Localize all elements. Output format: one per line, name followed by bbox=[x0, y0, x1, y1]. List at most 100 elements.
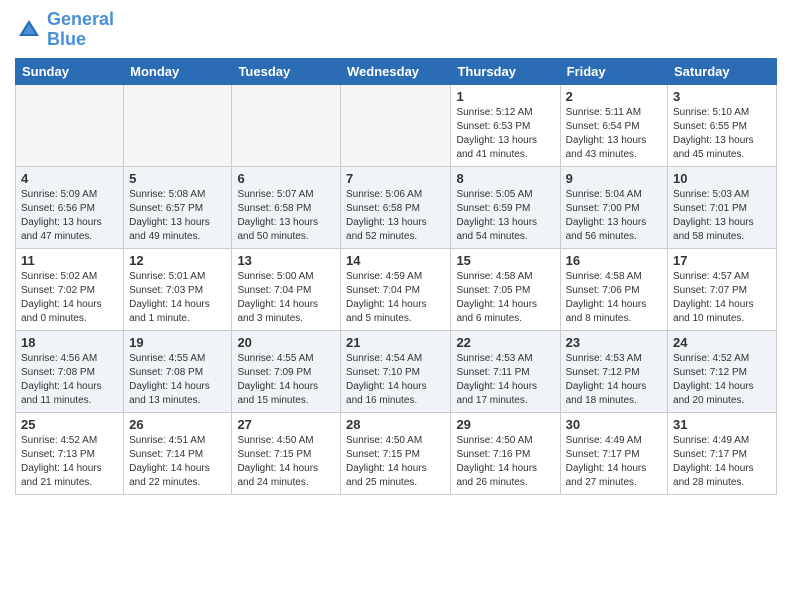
day-number: 27 bbox=[237, 417, 335, 432]
day-number: 3 bbox=[673, 89, 771, 104]
day-info: Sunrise: 4:55 AMSunset: 7:08 PMDaylight:… bbox=[129, 352, 226, 408]
weekday-header-wednesday: Wednesday bbox=[341, 58, 451, 84]
day-cell: 10Sunrise: 5:03 AMSunset: 7:01 PMDayligh… bbox=[668, 166, 777, 248]
day-cell: 24 Sunrise: 4:52 AMSunset: 7:12 PMDayligh… bbox=[668, 330, 777, 412]
day-cell: 19 Sunrise: 4:55 AMSunset: 7:08 PMDayligh… bbox=[124, 330, 232, 412]
day-number: 30 bbox=[566, 417, 662, 432]
day-info: Sunrise: 4:57 AMSunset: 7:07 PMDaylight:… bbox=[673, 270, 771, 326]
day-cell: 28 Sunrise: 4:50 AMSunset: 7:15 PMDayligh… bbox=[341, 412, 451, 494]
day-info: Sunrise: 4:50 AMSunset: 7:15 PMDaylight:… bbox=[346, 434, 445, 490]
day-info: Sunrise: 5:03 AMSunset: 7:01 PMDaylight:… bbox=[673, 188, 771, 244]
day-number: 12 bbox=[129, 253, 226, 268]
day-number: 1 bbox=[456, 89, 554, 104]
day-cell: 7 Sunrise: 5:06 AMSunset: 6:58 PMDaylight… bbox=[341, 166, 451, 248]
day-number: 16 bbox=[566, 253, 662, 268]
week-row-2: 4 Sunrise: 5:09 AMSunset: 6:56 PMDaylight… bbox=[16, 166, 777, 248]
day-number: 21 bbox=[346, 335, 445, 350]
day-cell bbox=[16, 84, 124, 166]
day-number: 8 bbox=[456, 171, 554, 186]
day-info: Sunrise: 5:08 AMSunset: 6:57 PMDaylight:… bbox=[129, 188, 226, 244]
day-number: 15 bbox=[456, 253, 554, 268]
day-number: 13 bbox=[237, 253, 335, 268]
day-info: Sunrise: 4:53 AMSunset: 7:12 PMDaylight:… bbox=[566, 352, 662, 408]
day-info: Sunrise: 5:06 AMSunset: 6:58 PMDaylight:… bbox=[346, 188, 445, 244]
day-cell: 15 Sunrise: 4:58 AMSunset: 7:05 PMDayligh… bbox=[451, 248, 560, 330]
day-number: 25 bbox=[21, 417, 118, 432]
day-cell: 16 Sunrise: 4:58 AMSunset: 7:06 PMDayligh… bbox=[560, 248, 667, 330]
header: General Blue bbox=[15, 10, 777, 50]
day-number: 19 bbox=[129, 335, 226, 350]
day-number: 22 bbox=[456, 335, 554, 350]
day-info: Sunrise: 4:49 AMSunset: 7:17 PMDaylight:… bbox=[673, 434, 771, 490]
day-cell: 25Sunrise: 4:52 AMSunset: 7:13 PMDayligh… bbox=[16, 412, 124, 494]
weekday-header-monday: Monday bbox=[124, 58, 232, 84]
day-cell: 31 Sunrise: 4:49 AMSunset: 7:17 PMDayligh… bbox=[668, 412, 777, 494]
page: General Blue SundayMondayTuesdayWednesda… bbox=[0, 0, 792, 505]
day-number: 14 bbox=[346, 253, 445, 268]
day-number: 31 bbox=[673, 417, 771, 432]
week-row-5: 25Sunrise: 4:52 AMSunset: 7:13 PMDayligh… bbox=[16, 412, 777, 494]
day-number: 18 bbox=[21, 335, 118, 350]
day-number: 29 bbox=[456, 417, 554, 432]
day-number: 5 bbox=[129, 171, 226, 186]
day-info: Sunrise: 5:01 AMSunset: 7:03 PMDaylight:… bbox=[129, 270, 226, 326]
day-cell: 26 Sunrise: 4:51 AMSunset: 7:14 PMDayligh… bbox=[124, 412, 232, 494]
day-cell: 20 Sunrise: 4:55 AMSunset: 7:09 PMDayligh… bbox=[232, 330, 341, 412]
weekday-header-friday: Friday bbox=[560, 58, 667, 84]
day-cell: 27Sunrise: 4:50 AMSunset: 7:15 PMDayligh… bbox=[232, 412, 341, 494]
weekday-header-saturday: Saturday bbox=[668, 58, 777, 84]
day-info: Sunrise: 4:56 AMSunset: 7:08 PMDaylight:… bbox=[21, 352, 118, 408]
logo: General Blue bbox=[15, 10, 114, 50]
day-info: Sunrise: 5:05 AMSunset: 6:59 PMDaylight:… bbox=[456, 188, 554, 244]
day-cell: 12 Sunrise: 5:01 AMSunset: 7:03 PMDayligh… bbox=[124, 248, 232, 330]
day-number: 11 bbox=[21, 253, 118, 268]
weekday-header-sunday: Sunday bbox=[16, 58, 124, 84]
day-info: Sunrise: 4:58 AMSunset: 7:06 PMDaylight:… bbox=[566, 270, 662, 326]
day-cell: 4 Sunrise: 5:09 AMSunset: 6:56 PMDaylight… bbox=[16, 166, 124, 248]
day-number: 17 bbox=[673, 253, 771, 268]
day-info: Sunrise: 5:10 AMSunset: 6:55 PMDaylight:… bbox=[673, 106, 771, 162]
day-info: Sunrise: 4:51 AMSunset: 7:14 PMDaylight:… bbox=[129, 434, 226, 490]
day-info: Sunrise: 5:00 AMSunset: 7:04 PMDaylight:… bbox=[237, 270, 335, 326]
day-cell: 23Sunrise: 4:53 AMSunset: 7:12 PMDayligh… bbox=[560, 330, 667, 412]
day-info: Sunrise: 5:07 AMSunset: 6:58 PMDaylight:… bbox=[237, 188, 335, 244]
day-cell bbox=[124, 84, 232, 166]
day-info: Sunrise: 4:53 AMSunset: 7:11 PMDaylight:… bbox=[456, 352, 554, 408]
day-number: 20 bbox=[237, 335, 335, 350]
week-row-3: 11 Sunrise: 5:02 AMSunset: 7:02 PMDayligh… bbox=[16, 248, 777, 330]
weekday-header-row: SundayMondayTuesdayWednesdayThursdayFrid… bbox=[16, 58, 777, 84]
day-number: 26 bbox=[129, 417, 226, 432]
day-cell: 9Sunrise: 5:04 AMSunset: 7:00 PMDaylight… bbox=[560, 166, 667, 248]
calendar-table: SundayMondayTuesdayWednesdayThursdayFrid… bbox=[15, 58, 777, 495]
day-number: 6 bbox=[237, 171, 335, 186]
day-info: Sunrise: 4:54 AMSunset: 7:10 PMDaylight:… bbox=[346, 352, 445, 408]
day-info: Sunrise: 4:59 AMSunset: 7:04 PMDaylight:… bbox=[346, 270, 445, 326]
day-number: 2 bbox=[566, 89, 662, 104]
day-info: Sunrise: 4:55 AMSunset: 7:09 PMDaylight:… bbox=[237, 352, 335, 408]
day-info: Sunrise: 5:02 AMSunset: 7:02 PMDaylight:… bbox=[21, 270, 118, 326]
logo-text: General Blue bbox=[47, 10, 114, 50]
day-cell: 3 Sunrise: 5:10 AMSunset: 6:55 PMDaylight… bbox=[668, 84, 777, 166]
day-info: Sunrise: 4:58 AMSunset: 7:05 PMDaylight:… bbox=[456, 270, 554, 326]
day-info: Sunrise: 4:49 AMSunset: 7:17 PMDaylight:… bbox=[566, 434, 662, 490]
day-cell: 29Sunrise: 4:50 AMSunset: 7:16 PMDayligh… bbox=[451, 412, 560, 494]
day-cell: 21 Sunrise: 4:54 AMSunset: 7:10 PMDayligh… bbox=[341, 330, 451, 412]
day-number: 4 bbox=[21, 171, 118, 186]
day-cell: 11 Sunrise: 5:02 AMSunset: 7:02 PMDayligh… bbox=[16, 248, 124, 330]
day-cell: 1 Sunrise: 5:12 AMSunset: 6:53 PMDaylight… bbox=[451, 84, 560, 166]
day-info: Sunrise: 5:12 AMSunset: 6:53 PMDaylight:… bbox=[456, 106, 554, 162]
day-cell: 8 Sunrise: 5:05 AMSunset: 6:59 PMDaylight… bbox=[451, 166, 560, 248]
day-info: Sunrise: 5:09 AMSunset: 6:56 PMDaylight:… bbox=[21, 188, 118, 244]
day-info: Sunrise: 5:04 AMSunset: 7:00 PMDaylight:… bbox=[566, 188, 662, 244]
day-number: 24 bbox=[673, 335, 771, 350]
weekday-header-thursday: Thursday bbox=[451, 58, 560, 84]
day-cell: 17 Sunrise: 4:57 AMSunset: 7:07 PMDayligh… bbox=[668, 248, 777, 330]
day-number: 7 bbox=[346, 171, 445, 186]
day-cell: 30 Sunrise: 4:49 AMSunset: 7:17 PMDayligh… bbox=[560, 412, 667, 494]
day-cell bbox=[232, 84, 341, 166]
day-number: 28 bbox=[346, 417, 445, 432]
logo-icon bbox=[15, 16, 43, 44]
weekday-header-tuesday: Tuesday bbox=[232, 58, 341, 84]
day-cell: 13 Sunrise: 5:00 AMSunset: 7:04 PMDayligh… bbox=[232, 248, 341, 330]
day-info: Sunrise: 4:52 AMSunset: 7:12 PMDaylight:… bbox=[673, 352, 771, 408]
